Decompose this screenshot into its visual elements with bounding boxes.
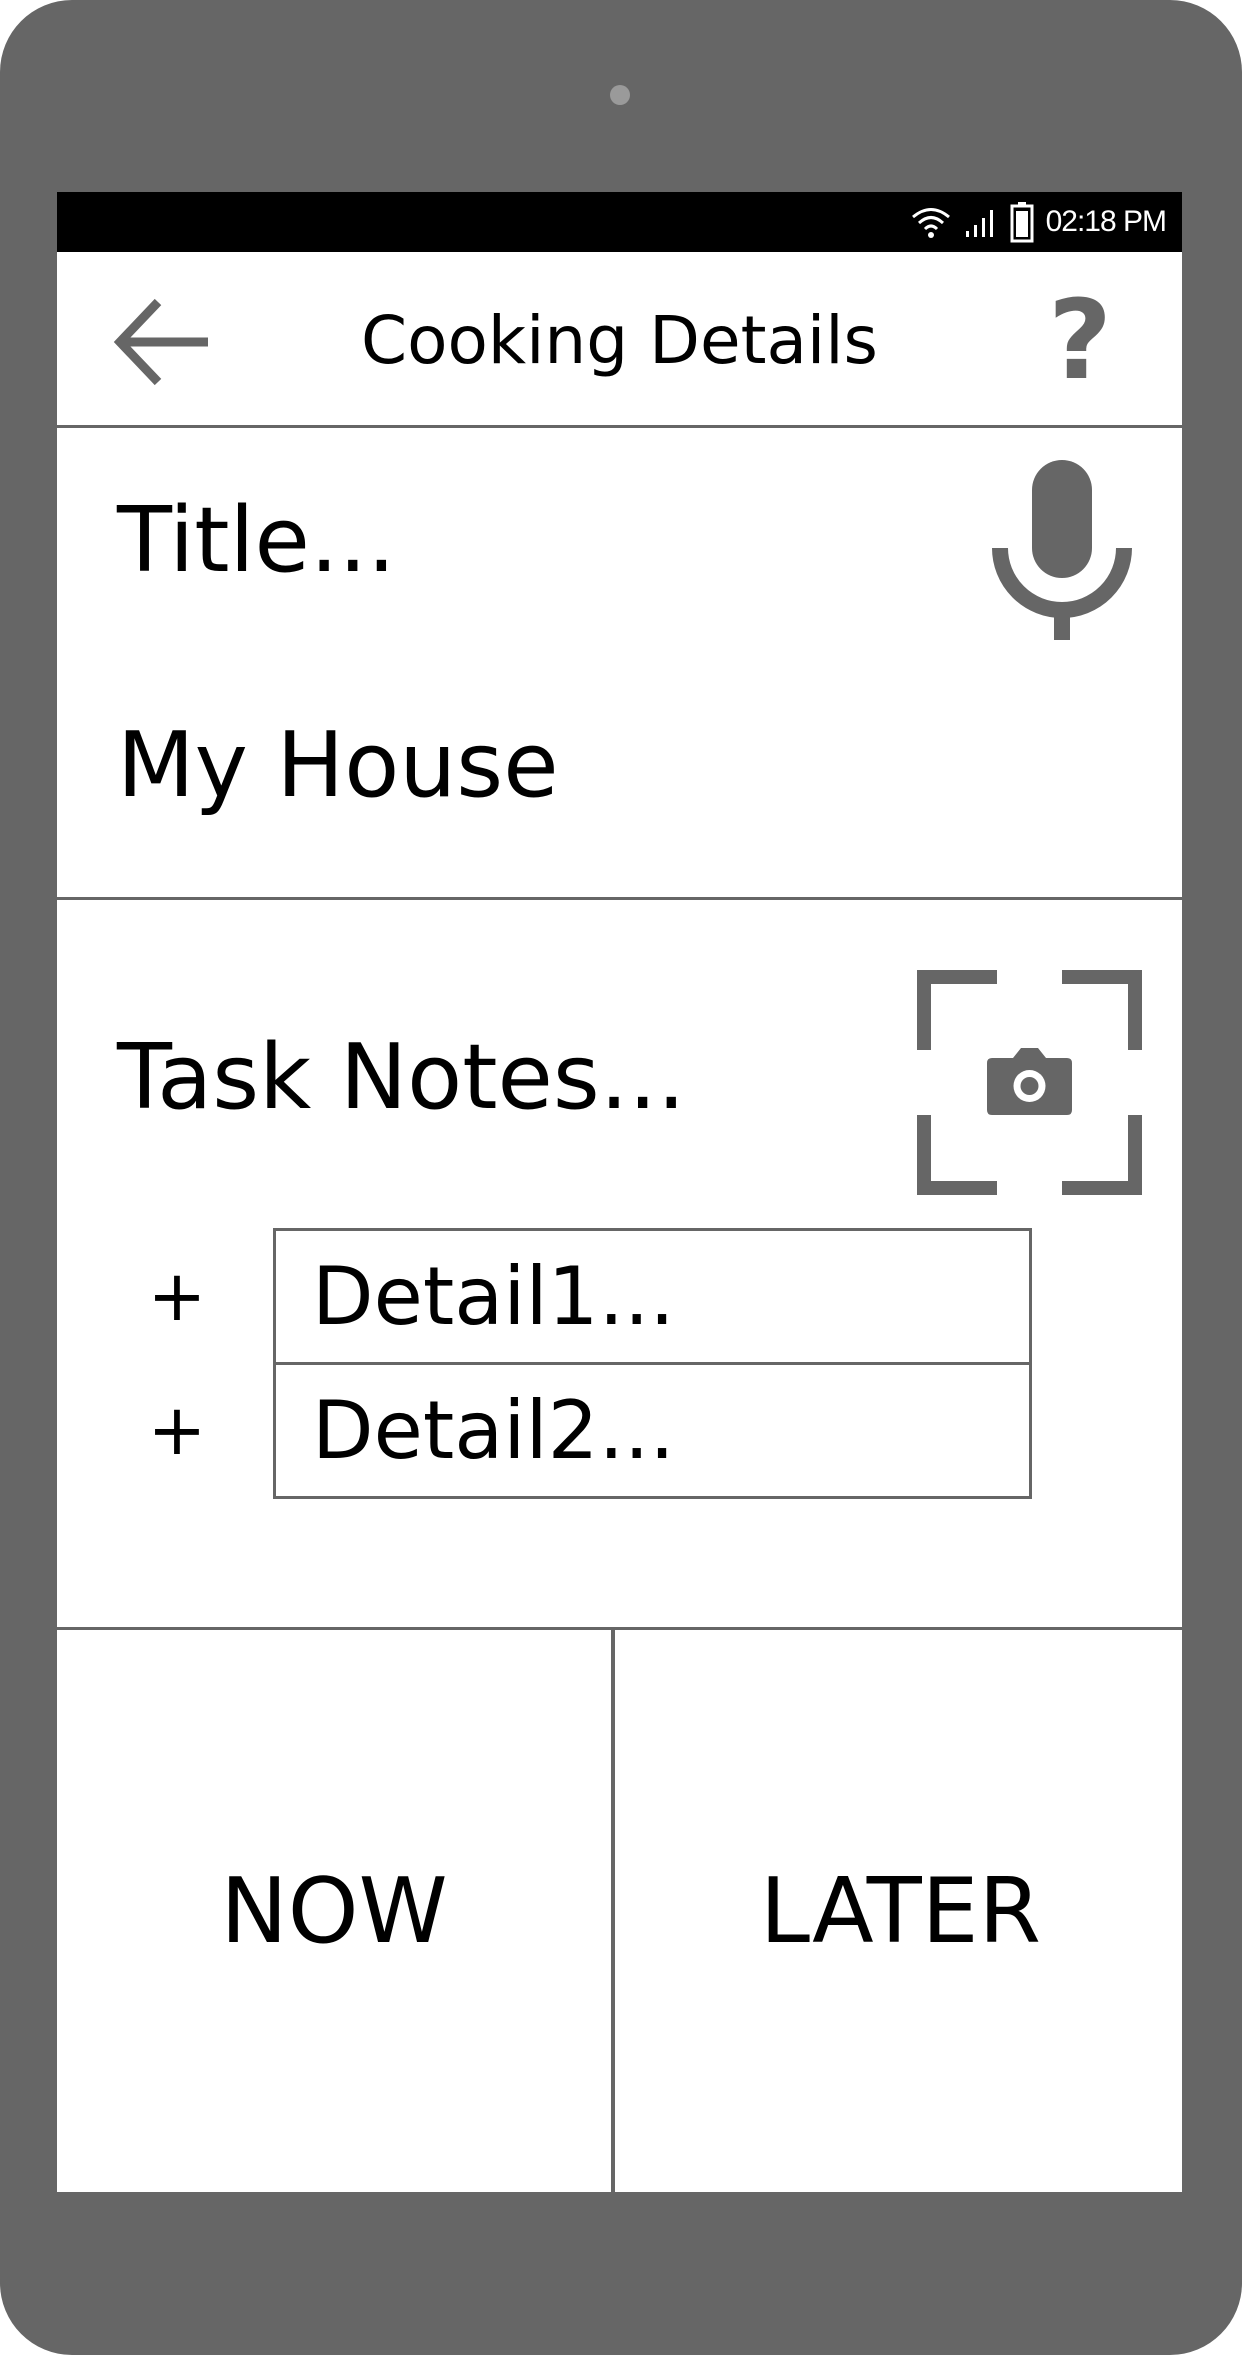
battery-icon (1010, 202, 1034, 243)
task-notes-label[interactable]: Task Notes... (117, 1025, 686, 1130)
signal-icon (965, 210, 993, 237)
status-time: 02:18 PM (1045, 205, 1167, 238)
detail-row-2: + Detail2... (137, 1362, 1037, 1499)
notes-section: Task Notes... + Detail1... + Detail2... (57, 900, 1182, 1630)
arrow-left-icon (113, 298, 208, 386)
app-header: Cooking Details ? (57, 252, 1182, 428)
action-buttons: NOW LATER (57, 1630, 1182, 2192)
phone-frame: 02:18 PM Cooking Details ? Title... My H… (0, 0, 1242, 2355)
location-value[interactable]: My House (117, 713, 559, 818)
status-bar: 02:18 PM (57, 192, 1182, 252)
app-screen: 02:18 PM Cooking Details ? Title... My H… (57, 192, 1182, 2192)
detail-row-1: + Detail1... (137, 1228, 1037, 1365)
title-section: Title... My House (57, 428, 1182, 900)
back-button[interactable] (112, 294, 212, 394)
camera-scan-icon (915, 968, 1144, 1197)
title-input[interactable]: Title... (117, 488, 396, 593)
add-detail-button[interactable]: + (137, 1362, 217, 1499)
voice-input-button[interactable] (992, 458, 1132, 643)
status-icons: 02:18 PM (910, 192, 1167, 252)
camera-scan-button[interactable] (915, 968, 1144, 1197)
detail-input-2[interactable]: Detail2... (273, 1362, 1032, 1499)
now-button[interactable]: NOW (57, 1630, 615, 2192)
help-button[interactable]: ? (1040, 280, 1120, 400)
page-title: Cooking Details (361, 301, 878, 379)
microphone-icon (992, 460, 1132, 640)
front-camera-dot (610, 85, 630, 105)
detail-input-1[interactable]: Detail1... (273, 1228, 1032, 1365)
add-detail-button[interactable]: + (137, 1228, 217, 1365)
later-button[interactable]: LATER (619, 1630, 1182, 2192)
wifi-icon (911, 208, 950, 238)
